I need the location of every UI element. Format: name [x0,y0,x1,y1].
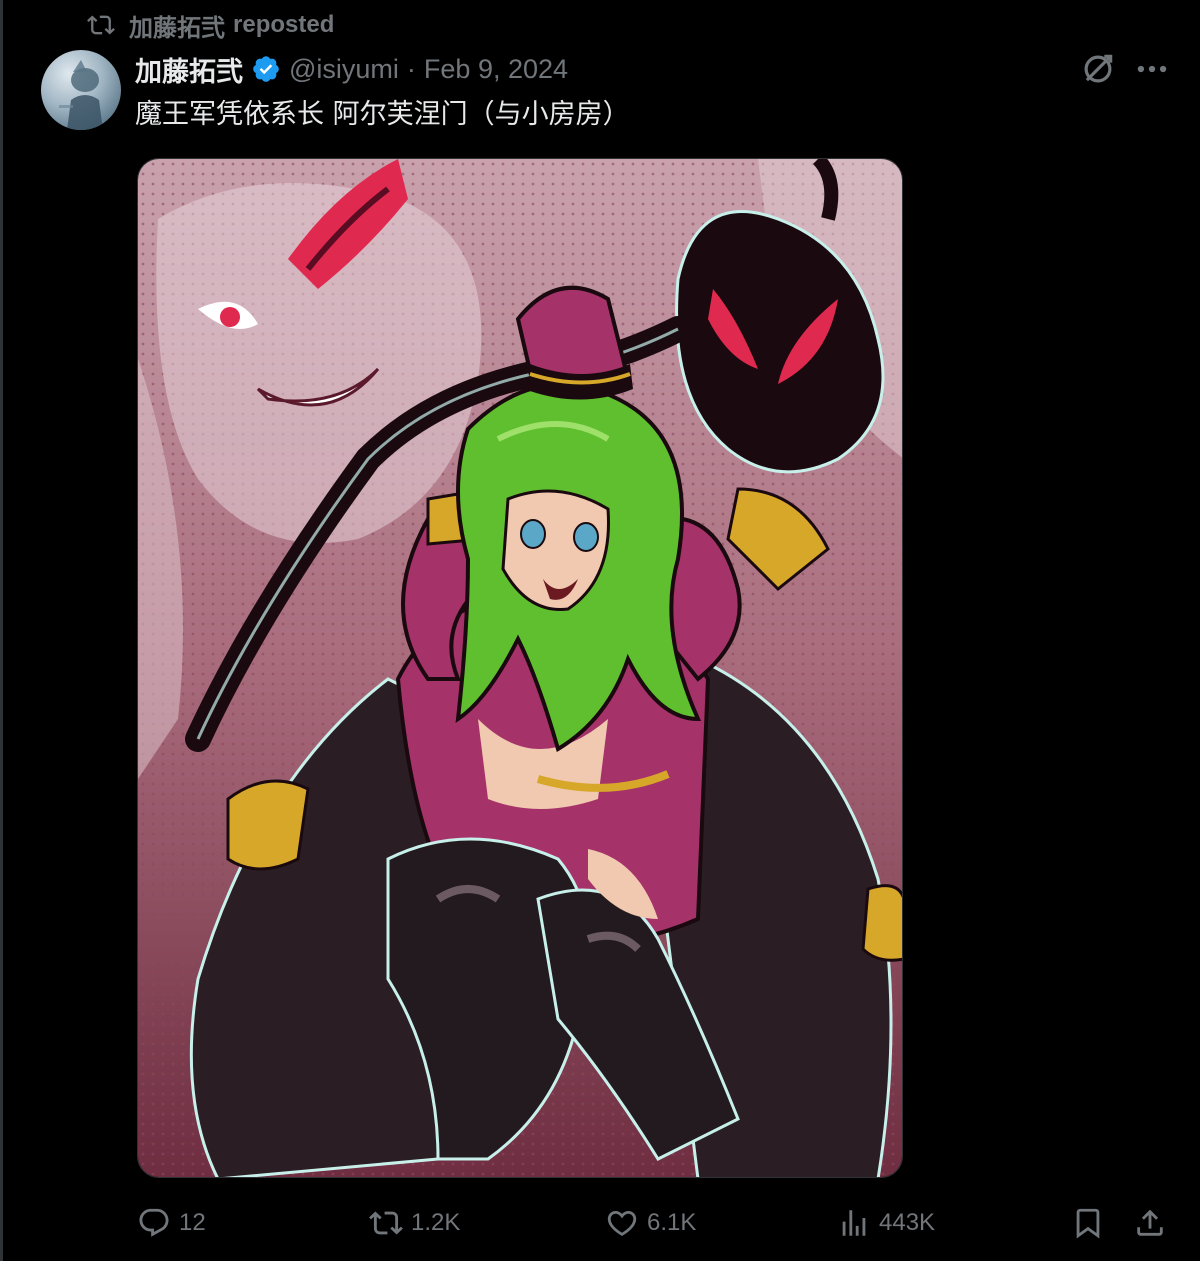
grok-button[interactable] [1079,50,1117,88]
post-text: 魔王军凭依系长 阿尔芙涅门（与小房房） [135,99,630,130]
post-header: 加藤拓弐 @isiyumi · Feb 9, 2024 [135,50,568,88]
grok-icon [1084,54,1113,83]
anime-illustration [138,159,902,1177]
reply-icon [139,1208,169,1237]
views-icon [842,1210,866,1236]
repost-count: 1.2K [411,1209,461,1236]
repost-icon [87,15,115,35]
views-button[interactable]: 443K [837,1198,935,1248]
reply-button[interactable]: 12 [137,1198,206,1248]
post-container[interactable]: 加藤拓弐 reposted 加藤拓弐 @isiyumi · Feb 9, 2024… [0,0,1200,1261]
action-bar: 12 1.2K 6.1K 443K [137,1198,1177,1248]
more-icon [1137,65,1167,73]
views-count: 443K [879,1209,936,1236]
avatar-image [59,60,103,130]
bookmark-button[interactable] [1071,1198,1105,1248]
post-date[interactable]: Feb 9, 2024 [424,54,568,85]
separator-dot: · [406,53,416,84]
share-button[interactable] [1133,1198,1167,1248]
like-count: 6.1K [647,1209,697,1236]
display-name[interactable]: 加藤拓弐 [135,50,243,89]
post-media-image[interactable] [137,158,903,1178]
reply-count: 12 [179,1209,206,1236]
repost-icon [369,1211,403,1235]
repost-label: reposted [233,11,335,38]
like-icon [607,1210,637,1236]
repost-button[interactable]: 1.2K [369,1198,460,1248]
avatar[interactable] [41,50,121,130]
more-button[interactable] [1133,50,1171,88]
like-button[interactable]: 6.1K [605,1198,696,1248]
share-icon [1137,1209,1163,1236]
user-handle[interactable]: @isiyumi [289,54,399,85]
verified-badge-icon[interactable] [251,54,281,84]
reposter-name[interactable]: 加藤拓弐 [129,8,225,43]
repost-header: 加藤拓弐 reposted [87,8,334,42]
bookmark-icon [1076,1208,1100,1239]
